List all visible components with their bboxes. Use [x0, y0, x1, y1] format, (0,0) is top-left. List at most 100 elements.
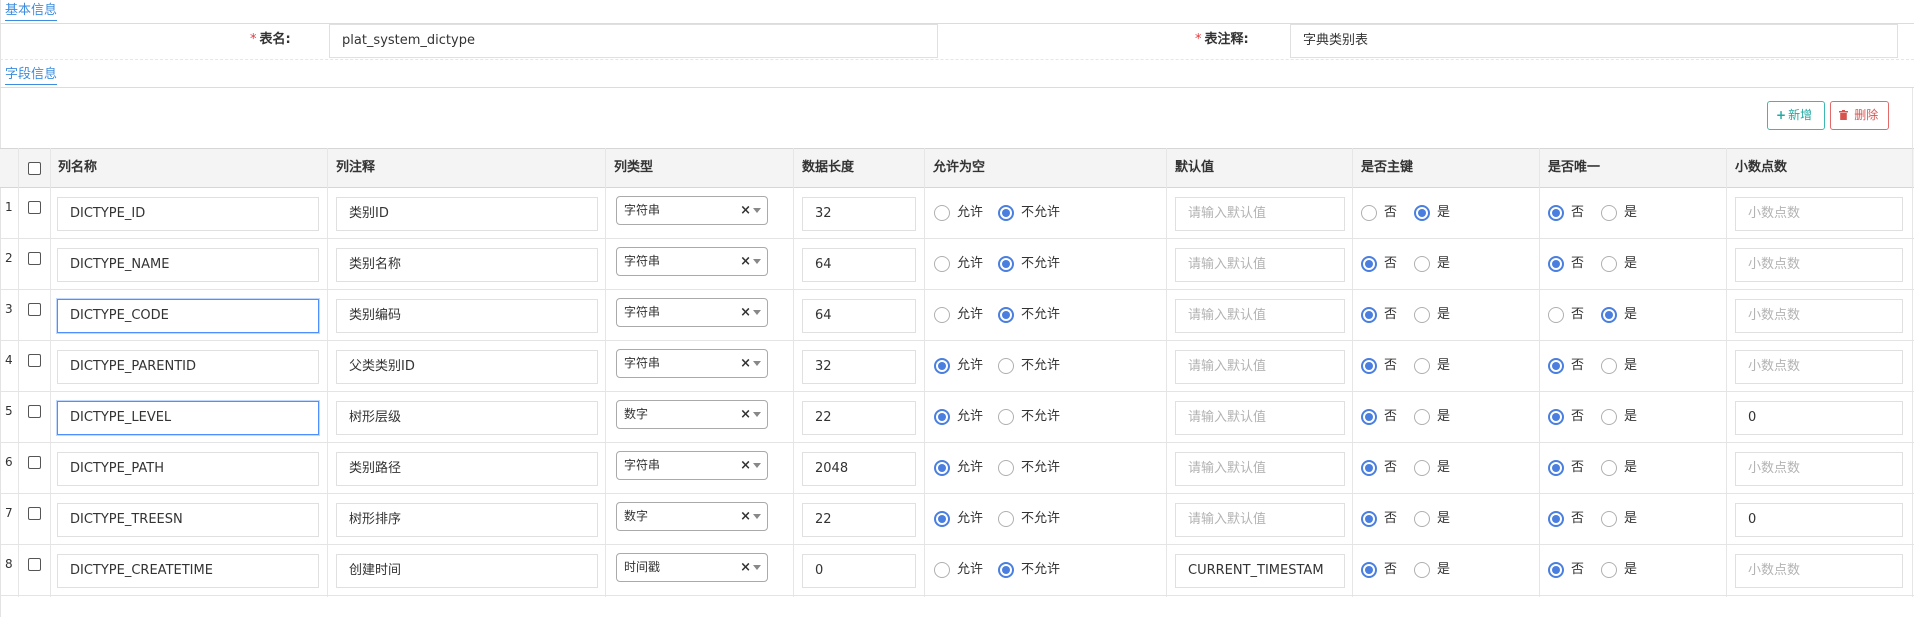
- nullable-disallow-radio[interactable]: [998, 511, 1014, 527]
- default-value-input[interactable]: 请输入默认值: [1175, 401, 1345, 435]
- column-name-input[interactable]: DICTYPE_TREESN: [57, 503, 319, 537]
- primary-key-no-radio[interactable]: [1361, 307, 1377, 323]
- row-checkbox[interactable]: [28, 558, 41, 571]
- primary-key-yes-radio[interactable]: [1414, 205, 1430, 221]
- chevron-down-icon[interactable]: [753, 565, 761, 570]
- unique-no-radio[interactable]: [1548, 256, 1564, 272]
- primary-key-no-radio[interactable]: [1361, 511, 1377, 527]
- column-name-input[interactable]: DICTYPE_LEVEL: [57, 401, 319, 435]
- primary-key-yes-radio[interactable]: [1414, 562, 1430, 578]
- default-value-input[interactable]: 请输入默认值: [1175, 350, 1345, 384]
- decimal-places-input[interactable]: 小数点数: [1735, 452, 1903, 486]
- nullable-disallow-radio[interactable]: [998, 205, 1014, 221]
- chevron-down-icon[interactable]: [753, 310, 761, 315]
- unique-no-radio[interactable]: [1548, 460, 1564, 476]
- select-all-checkbox[interactable]: [28, 162, 41, 175]
- default-value-input[interactable]: 请输入默认值: [1175, 452, 1345, 486]
- primary-key-no-radio[interactable]: [1361, 358, 1377, 374]
- primary-key-no-radio[interactable]: [1361, 205, 1377, 221]
- decimal-places-input[interactable]: 小数点数: [1735, 554, 1903, 588]
- decimal-places-input[interactable]: 小数点数: [1735, 197, 1903, 231]
- clear-icon[interactable]: ×: [740, 248, 751, 275]
- data-length-input[interactable]: 22: [802, 503, 916, 537]
- nullable-allow-radio[interactable]: [934, 256, 950, 272]
- column-name-input[interactable]: DICTYPE_CODE: [57, 299, 319, 333]
- data-length-input[interactable]: 0: [802, 554, 916, 588]
- chevron-down-icon[interactable]: [753, 259, 761, 264]
- chevron-down-icon[interactable]: [753, 463, 761, 468]
- nullable-allow-radio[interactable]: [934, 511, 950, 527]
- nullable-disallow-radio[interactable]: [998, 460, 1014, 476]
- clear-icon[interactable]: ×: [740, 401, 751, 428]
- nullable-allow-radio[interactable]: [934, 562, 950, 578]
- column-comment-input[interactable]: 树形层级: [336, 401, 598, 435]
- nullable-allow-radio[interactable]: [934, 358, 950, 374]
- nullable-allow-radio[interactable]: [934, 409, 950, 425]
- chevron-down-icon[interactable]: [753, 361, 761, 366]
- data-length-input[interactable]: 64: [802, 248, 916, 282]
- column-type-select[interactable]: 字符串 ×: [616, 451, 768, 480]
- column-name-input[interactable]: DICTYPE_PARENTID: [57, 350, 319, 384]
- default-value-input[interactable]: 请输入默认值: [1175, 197, 1345, 231]
- data-length-input[interactable]: 2048: [802, 452, 916, 486]
- row-checkbox[interactable]: [28, 507, 41, 520]
- column-comment-input[interactable]: 类别编码: [336, 299, 598, 333]
- unique-yes-radio[interactable]: [1601, 256, 1617, 272]
- default-value-input[interactable]: CURRENT_TIMESTAM: [1175, 554, 1345, 588]
- column-type-select[interactable]: 数字 ×: [616, 502, 768, 531]
- data-length-input[interactable]: 32: [802, 197, 916, 231]
- default-value-input[interactable]: 请输入默认值: [1175, 503, 1345, 537]
- decimal-places-input[interactable]: 小数点数: [1735, 350, 1903, 384]
- unique-no-radio[interactable]: [1548, 358, 1564, 374]
- delete-button[interactable]: 删除: [1830, 101, 1889, 130]
- unique-no-radio[interactable]: [1548, 205, 1564, 221]
- column-type-select[interactable]: 时间戳 ×: [616, 553, 768, 582]
- table-comment-input[interactable]: 字典类别表: [1290, 24, 1898, 58]
- column-name-input[interactable]: DICTYPE_CREATETIME: [57, 554, 319, 588]
- nullable-allow-radio[interactable]: [934, 460, 950, 476]
- column-type-select[interactable]: 字符串 ×: [616, 196, 768, 225]
- clear-icon[interactable]: ×: [740, 503, 751, 530]
- data-length-input[interactable]: 32: [802, 350, 916, 384]
- row-checkbox[interactable]: [28, 252, 41, 265]
- clear-icon[interactable]: ×: [740, 197, 751, 224]
- column-type-select[interactable]: 字符串 ×: [616, 298, 768, 327]
- column-type-select[interactable]: 字符串 ×: [616, 349, 768, 378]
- nullable-disallow-radio[interactable]: [998, 562, 1014, 578]
- default-value-input[interactable]: 请输入默认值: [1175, 248, 1345, 282]
- column-comment-input[interactable]: 类别ID: [336, 197, 598, 231]
- primary-key-yes-radio[interactable]: [1414, 307, 1430, 323]
- nullable-disallow-radio[interactable]: [998, 409, 1014, 425]
- unique-no-radio[interactable]: [1548, 409, 1564, 425]
- unique-yes-radio[interactable]: [1601, 460, 1617, 476]
- primary-key-no-radio[interactable]: [1361, 256, 1377, 272]
- row-checkbox[interactable]: [28, 201, 41, 214]
- default-value-input[interactable]: 请输入默认值: [1175, 299, 1345, 333]
- primary-key-no-radio[interactable]: [1361, 409, 1377, 425]
- clear-icon[interactable]: ×: [740, 452, 751, 479]
- primary-key-yes-radio[interactable]: [1414, 409, 1430, 425]
- row-checkbox[interactable]: [28, 456, 41, 469]
- column-comment-input[interactable]: 类别名称: [336, 248, 598, 282]
- column-type-select[interactable]: 数字 ×: [616, 400, 768, 429]
- column-comment-input[interactable]: 创建时间: [336, 554, 598, 588]
- primary-key-yes-radio[interactable]: [1414, 511, 1430, 527]
- primary-key-no-radio[interactable]: [1361, 460, 1377, 476]
- primary-key-yes-radio[interactable]: [1414, 256, 1430, 272]
- clear-icon[interactable]: ×: [740, 299, 751, 326]
- unique-yes-radio[interactable]: [1601, 409, 1617, 425]
- row-checkbox[interactable]: [28, 405, 41, 418]
- table-name-input[interactable]: plat_system_dictype: [329, 24, 938, 58]
- data-length-input[interactable]: 64: [802, 299, 916, 333]
- chevron-down-icon[interactable]: [753, 514, 761, 519]
- column-name-input[interactable]: DICTYPE_NAME: [57, 248, 319, 282]
- nullable-allow-radio[interactable]: [934, 205, 950, 221]
- column-name-input[interactable]: DICTYPE_PATH: [57, 452, 319, 486]
- column-name-input[interactable]: DICTYPE_ID: [57, 197, 319, 231]
- unique-yes-radio[interactable]: [1601, 511, 1617, 527]
- unique-no-radio[interactable]: [1548, 307, 1564, 323]
- column-comment-input[interactable]: 父类类别ID: [336, 350, 598, 384]
- chevron-down-icon[interactable]: [753, 208, 761, 213]
- unique-yes-radio[interactable]: [1601, 307, 1617, 323]
- unique-yes-radio[interactable]: [1601, 562, 1617, 578]
